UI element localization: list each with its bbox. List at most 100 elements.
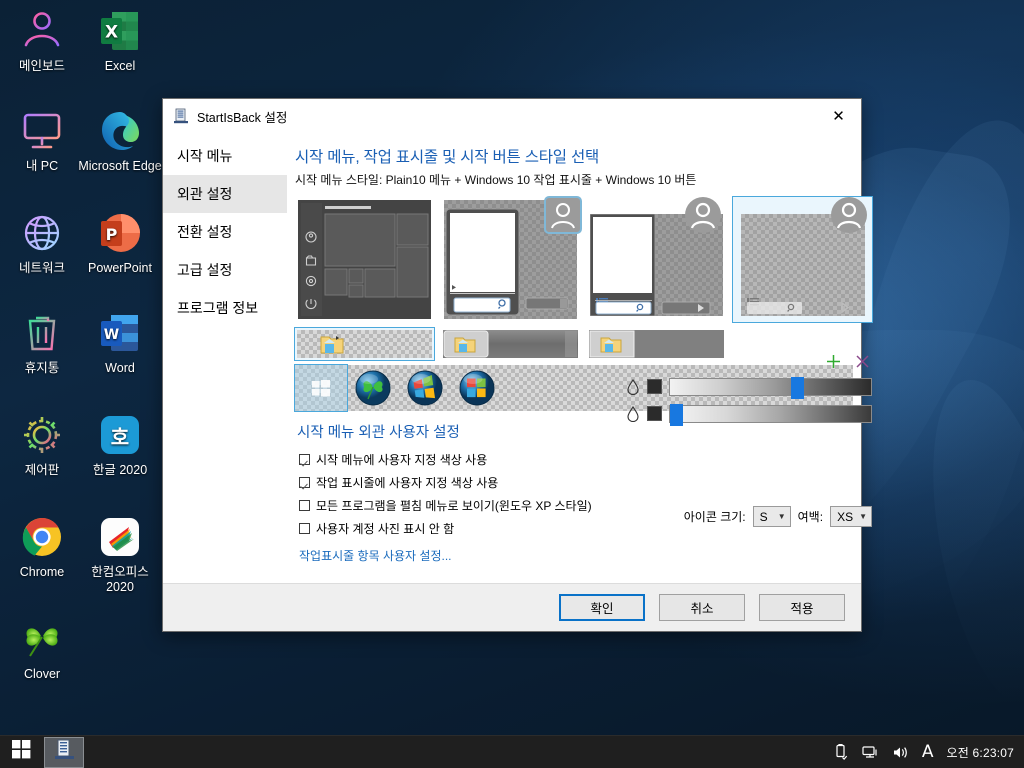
checkbox-start-menu-custom-color[interactable]: 시작 메뉴에 사용자 지정 색상 사용 [299,448,872,471]
usb-eject-icon[interactable] [834,744,849,760]
menu-style-plain8[interactable] [587,197,726,322]
desktop-icon-label: Clover [23,667,61,681]
taskbar-style-windows10[interactable] [294,327,435,361]
settings-sidebar: 시작 메뉴 외관 설정 전환 설정 고급 설정 프로그램 정보 [163,133,287,583]
volume-icon[interactable] [892,745,909,760]
this-pc-monitor-icon [0,106,84,156]
color-swatch[interactable] [647,406,662,421]
sidebar-item-switcher[interactable]: 전환 설정 [163,213,287,251]
size-controls: 아이콘 크기: S ▼ 여백: XS ▼ [684,506,872,527]
icon-size-label: 아이콘 크기: [683,510,746,524]
menu-style-list [295,196,873,323]
desktop-icon-control-panel[interactable]: 제어판 [0,410,84,478]
taskbar-item-startisback[interactable] [44,736,84,768]
svg-text:W: W [104,327,119,343]
desktop-icon-label: Excel [104,59,136,73]
desktop-icon-hancom-office[interactable]: 한컴오피스 2020 [78,512,162,595]
checkbox-taskbar-custom-color[interactable]: 작업 표시줄에 사용자 지정 색상 사용 [299,471,872,494]
close-x-icon[interactable] [855,354,870,374]
slider-knob[interactable] [790,376,804,399]
cancel-button[interactable]: 취소 [659,594,745,621]
menu-style-plain7[interactable] [441,196,582,322]
checkbox-box[interactable] [299,454,310,465]
sidebar-item-label: 프로그램 정보 [177,300,259,316]
start-menu-color-slider[interactable] [626,373,872,400]
checkbox-box[interactable] [299,477,310,488]
water-drop-icon [626,405,640,422]
startisback-icon [54,739,75,765]
ok-button[interactable]: 확인 [559,594,645,621]
menu-style-plain10[interactable] [732,196,873,323]
svg-text:P: P [106,225,118,244]
slider-track[interactable] [669,376,872,399]
menu-style-windows10-tiles[interactable] [295,197,434,322]
taskbar-style-windows7[interactable] [441,328,580,360]
sidebar-item-appearance[interactable]: 외관 설정 [163,175,287,213]
control-panel-gear-icon [0,410,84,460]
color-swatch[interactable] [647,379,662,394]
checkbox-box[interactable] [299,500,310,511]
orb-windows8[interactable] [451,365,503,411]
desktop-icon-word[interactable]: W Word [78,308,162,376]
checkbox-box[interactable] [299,523,310,534]
slider-knob[interactable] [670,403,683,426]
desktop-icon-label: Chrome [19,565,65,579]
desktop-icon-label: Word [105,361,135,375]
sidebar-item-label: 외관 설정 [177,186,233,202]
close-icon[interactable]: ✕ [816,100,861,133]
orb-windows10[interactable] [294,364,348,412]
apply-button[interactable]: 적용 [759,594,845,621]
desktop-icon-mainboard[interactable]: 메인보드 [0,6,84,74]
recycle-bin-icon [0,308,84,358]
excel-icon: X [78,6,162,56]
slider-track[interactable] [669,403,872,426]
desktop-icon-edge[interactable]: Microsoft Edge [78,106,162,174]
sidebar-item-about[interactable]: 프로그램 정보 [163,289,287,327]
desktop-icon-network[interactable]: 네트워크 [0,208,84,276]
taskbar-items-settings-link[interactable]: 작업표시줄 항목 사용자 설정... [299,547,452,564]
network-icon[interactable] [862,745,879,760]
desktop-icon-powerpoint[interactable]: P PowerPoint [78,208,162,276]
desktop-icon-excel[interactable]: X Excel [78,6,162,74]
taskbar-color-slider[interactable] [626,400,872,427]
sidebar-item-start-menu[interactable]: 시작 메뉴 [163,137,287,175]
startisback-icon [173,108,189,124]
desktop-icon-clover[interactable]: Clover [0,614,84,682]
sidebar-item-advanced[interactable]: 고급 설정 [163,251,287,289]
dialog-body: 시작 메뉴 외관 설정 전환 설정 고급 설정 프로그램 정보 시작 메뉴, 작… [163,133,873,583]
clover-icon [0,614,84,664]
desktop-icon-recycle-bin[interactable]: 휴지통 [0,308,84,376]
checkbox-label: 작업 표시줄에 사용자 지정 색상 사용 [316,476,499,490]
startisback-settings-dialog: StartIsBack 설정 ✕ 시작 메뉴 외관 설정 전환 설정 고급 설정… [162,98,873,632]
svg-text:호: 호 [111,425,129,449]
style-summary: 시작 메뉴 스타일: Plain10 메뉴 + Windows 10 작업 표시… [295,173,697,187]
padding-select[interactable]: XS ▼ [830,506,872,527]
start-button[interactable] [0,736,42,768]
mainboard-person-icon [0,6,84,56]
chevron-down-icon: ▼ [777,512,786,521]
hancom-office-icon [78,512,162,562]
orb-windows7[interactable] [399,365,451,411]
chrome-icon [0,512,84,562]
dialog-titlebar: StartIsBack 설정 ✕ [163,99,861,133]
hangul-icon: 호 [78,410,162,460]
slider-actions [626,355,872,373]
desktop-icon-this-pc[interactable]: 내 PC [0,106,84,174]
dialog-footer: 확인 취소 적용 [163,583,861,631]
sidebar-item-label: 고급 설정 [177,262,233,278]
desktop-icon-label: 메인보드 [18,59,65,73]
dialog-title: StartIsBack 설정 [197,110,288,125]
orb-clover[interactable] [347,365,399,411]
appearance-settings-panel: 시작 메뉴, 작업 표시줄 및 시작 버튼 스타일 선택 시작 메뉴 스타일: … [287,133,886,583]
plus-icon[interactable] [826,354,841,374]
desktop-icon-label: 휴지통 [24,361,60,375]
ime-korean-icon[interactable]: A [922,743,934,760]
water-drop-icon [626,378,640,395]
desktop-icon-label: 제어판 [24,463,60,477]
desktop-icon-hangul-2020[interactable]: 호 한글 2020 [78,410,162,478]
desktop-icon-chrome[interactable]: Chrome [0,512,84,580]
sidebar-item-label: 전환 설정 [177,224,233,240]
word-icon: W [78,308,162,358]
icon-size-select[interactable]: S ▼ [752,506,791,527]
clock[interactable]: 오전 6:23:07 [947,744,1014,761]
